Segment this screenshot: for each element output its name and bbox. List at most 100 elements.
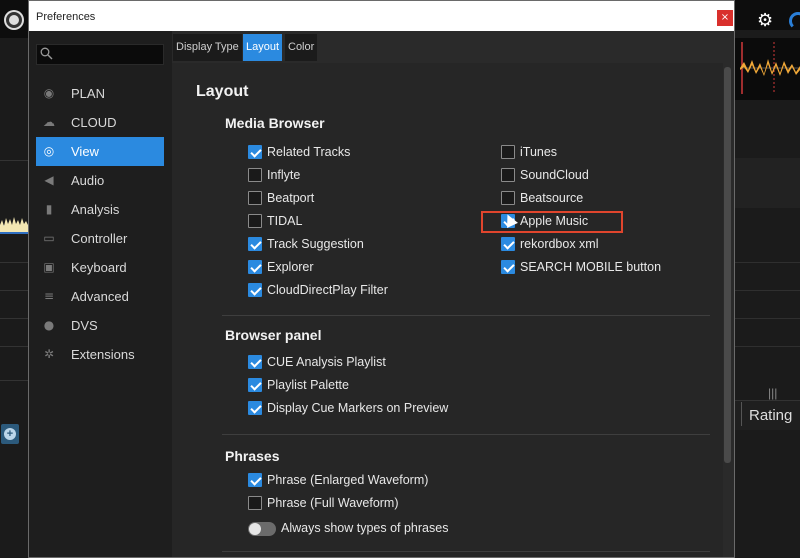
- columns-icon[interactable]: |||: [768, 386, 777, 400]
- column-separator[interactable]: [741, 402, 742, 426]
- checkbox[interactable]: [501, 237, 515, 251]
- left-row-divider: [0, 346, 28, 347]
- search-icon: [40, 47, 53, 60]
- close-button[interactable]: ×: [717, 10, 733, 26]
- checkbox[interactable]: [248, 401, 262, 415]
- extensions-icon: ✲: [43, 347, 55, 361]
- layout-settings-scroll-area: Layout Media Browser Related Tracks Infl…: [172, 63, 723, 557]
- phrase-types-toggle[interactable]: [248, 522, 276, 536]
- sidebar-item-extensions[interactable]: ✲ Extensions: [36, 340, 164, 369]
- keyboard-icon: ▣: [43, 260, 55, 274]
- sidebar-item-label: PLAN: [71, 86, 105, 101]
- view-tabs: Display Type Layout Color: [172, 31, 734, 63]
- rating-column-header[interactable]: Rating: [749, 407, 792, 424]
- media-browser-heading: Media Browser: [225, 115, 325, 131]
- page-title: Layout: [196, 83, 249, 100]
- sidebar-item-label: View: [71, 144, 99, 159]
- sidebar-item-audio[interactable]: ◀ Audio: [36, 166, 164, 195]
- checkbox[interactable]: [248, 355, 262, 369]
- right-row-divider: [735, 290, 800, 291]
- checkbox[interactable]: [501, 168, 515, 182]
- tab-display-type[interactable]: Display Type: [173, 34, 242, 61]
- option-label: TIDAL: [267, 214, 303, 228]
- right-row-divider: [735, 318, 800, 319]
- layout-settings-panel: Layout Media Browser Related Tracks Infl…: [172, 63, 734, 557]
- dialog-titlebar[interactable]: Preferences ×: [29, 1, 734, 31]
- sidebar-item-dvs[interactable]: ● DVS: [36, 311, 164, 340]
- right-row-divider: [735, 262, 800, 263]
- section-divider: [222, 551, 710, 552]
- checkbox[interactable]: [501, 191, 515, 205]
- right-row-divider: [735, 346, 800, 347]
- vinyl-icon: ●: [43, 318, 55, 332]
- option-label: SEARCH MOBILE button: [520, 260, 662, 274]
- checkbox[interactable]: [248, 283, 262, 297]
- sidebar-item-keyboard[interactable]: ▣ Keyboard: [36, 253, 164, 282]
- option-label: iTunes: [520, 145, 558, 159]
- eye-icon: ◎: [43, 144, 55, 158]
- option-label: rekordbox xml: [520, 237, 599, 251]
- checkbox[interactable]: [248, 191, 262, 205]
- option-label: Beatport: [267, 191, 315, 205]
- left-waveform: [0, 217, 28, 234]
- gear-icon[interactable]: ⚙: [757, 12, 775, 30]
- apple-music-highlight-box: [481, 211, 623, 233]
- vertical-scrollbar[interactable]: [724, 67, 731, 463]
- left-row-divider: [0, 160, 28, 161]
- option-label: SoundCloud: [520, 168, 589, 182]
- option-label: Playlist Palette: [267, 378, 349, 392]
- preferences-dialog: Preferences × ◉ PLAN ☁ CLOUD ◎ View ◀ Au…: [28, 0, 735, 558]
- checkbox[interactable]: [501, 145, 515, 159]
- left-row-divider: [0, 380, 28, 381]
- left-row-divider: [0, 290, 28, 291]
- tab-color[interactable]: Color: [285, 34, 318, 61]
- search-box[interactable]: [36, 44, 164, 65]
- section-divider: [222, 315, 710, 316]
- add-playlist-button[interactable]: +: [1, 424, 19, 444]
- option-label: CloudDirectPlay Filter: [267, 283, 388, 297]
- checkbox[interactable]: [248, 237, 262, 251]
- sidebar-item-label: Advanced: [71, 289, 129, 304]
- sidebar-item-cloud[interactable]: ☁ CLOUD: [36, 108, 164, 137]
- sidebar-item-analysis[interactable]: ▮ Analysis: [36, 195, 164, 224]
- deck-waveform: [740, 42, 800, 94]
- option-label: Display Cue Markers on Preview: [267, 401, 449, 415]
- browser-panel-heading: Browser panel: [225, 327, 322, 343]
- dialog-title: Preferences: [36, 11, 96, 23]
- search-input[interactable]: [57, 46, 161, 63]
- checkbox[interactable]: [248, 378, 262, 392]
- option-label: Explorer: [267, 260, 314, 274]
- checkbox[interactable]: [248, 260, 262, 274]
- option-label: Track Suggestion: [267, 237, 364, 251]
- sidebar-item-label: CLOUD: [71, 115, 117, 130]
- sidebar-item-controller[interactable]: ▭ Controller: [36, 224, 164, 253]
- checkbox[interactable]: [248, 145, 262, 159]
- checkbox[interactable]: [248, 473, 262, 487]
- checkbox[interactable]: [248, 496, 262, 510]
- right-background-panel: [735, 30, 800, 558]
- option-label: Phrase (Full Waveform): [267, 496, 399, 510]
- checkbox[interactable]: [501, 260, 515, 274]
- checkbox[interactable]: [248, 214, 262, 228]
- tab-layout[interactable]: Layout: [243, 34, 283, 61]
- option-label: Phrase (Enlarged Waveform): [267, 473, 429, 487]
- plus-icon: +: [4, 428, 16, 440]
- list-icon: ≡: [43, 289, 55, 303]
- phrase-types-toggle-label: Always show types of phrases: [281, 521, 449, 535]
- left-background-panel: [0, 38, 28, 558]
- option-label: CUE Analysis Playlist: [267, 355, 386, 369]
- checkbox[interactable]: [248, 168, 262, 182]
- toggle-knob: [249, 523, 261, 535]
- option-label: Inflyte: [267, 168, 301, 182]
- sidebar-item-plan[interactable]: ◉ PLAN: [36, 79, 164, 108]
- sidebar-item-view[interactable]: ◎ View: [36, 137, 164, 166]
- waveform-icon: ▮: [45, 202, 53, 216]
- sidebar-item-label: Audio: [71, 173, 105, 188]
- record-icon[interactable]: [6, 12, 22, 28]
- sidebar-item-advanced[interactable]: ≡ Advanced: [36, 282, 164, 311]
- sidebar-item-label: Keyboard: [71, 260, 127, 275]
- controller-icon: ▭: [43, 231, 55, 245]
- option-label: Beatsource: [520, 191, 584, 205]
- sync-icon[interactable]: [789, 12, 800, 30]
- sidebar-item-label: Controller: [71, 231, 128, 246]
